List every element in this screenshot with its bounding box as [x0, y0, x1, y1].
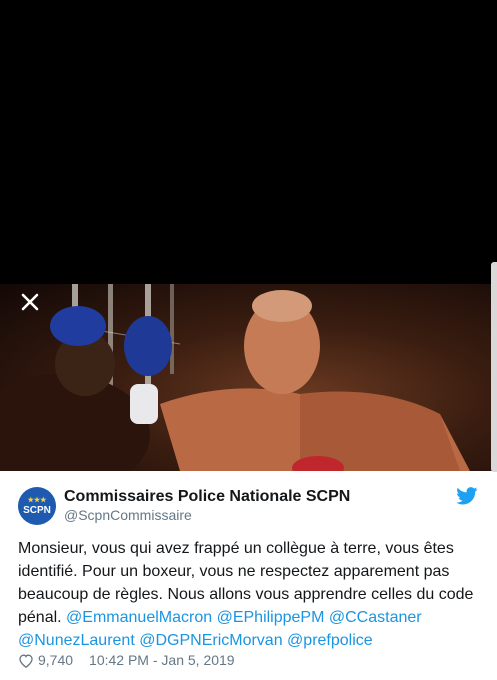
- tweet-text: Monsieur, vous qui avez frappé un collèg…: [18, 537, 480, 652]
- boxing-photo: [0, 284, 497, 471]
- author-name[interactable]: Commissaires Police Nationale SCPN: [64, 488, 350, 506]
- media-viewer: [0, 0, 497, 471]
- close-icon: [21, 293, 39, 311]
- mention-link[interactable]: @DGPNEricMorvan: [139, 632, 282, 649]
- scrollbar[interactable]: [491, 262, 497, 472]
- mention-link[interactable]: @prefpolice: [287, 632, 373, 649]
- like-count: 9,740: [38, 652, 74, 668]
- timestamp[interactable]: 10:42 PM - Jan 5, 2019: [89, 652, 235, 668]
- tweet-meta: 9,740 10:42 PM - Jan 5, 2019: [18, 652, 235, 668]
- author-handle[interactable]: @ScpnCommissaire: [64, 507, 192, 523]
- boxing-photo-art: [0, 284, 470, 471]
- mention-link[interactable]: @CCastaner: [329, 609, 422, 626]
- avatar-text: SCPN: [23, 504, 51, 516]
- like-button[interactable]: 9,740: [18, 652, 73, 668]
- mention-link[interactable]: @EPhilippePM: [217, 609, 325, 626]
- stars-icon: ★★★: [27, 496, 47, 504]
- heart-icon: [19, 653, 33, 668]
- mention-link[interactable]: @EmmanuelMacron: [66, 609, 212, 626]
- close-button[interactable]: [16, 288, 44, 316]
- avatar[interactable]: ★★★ SCPN: [18, 487, 56, 525]
- mention-link[interactable]: @NunezLaurent: [18, 632, 135, 649]
- twitter-bird-icon[interactable]: [456, 487, 478, 505]
